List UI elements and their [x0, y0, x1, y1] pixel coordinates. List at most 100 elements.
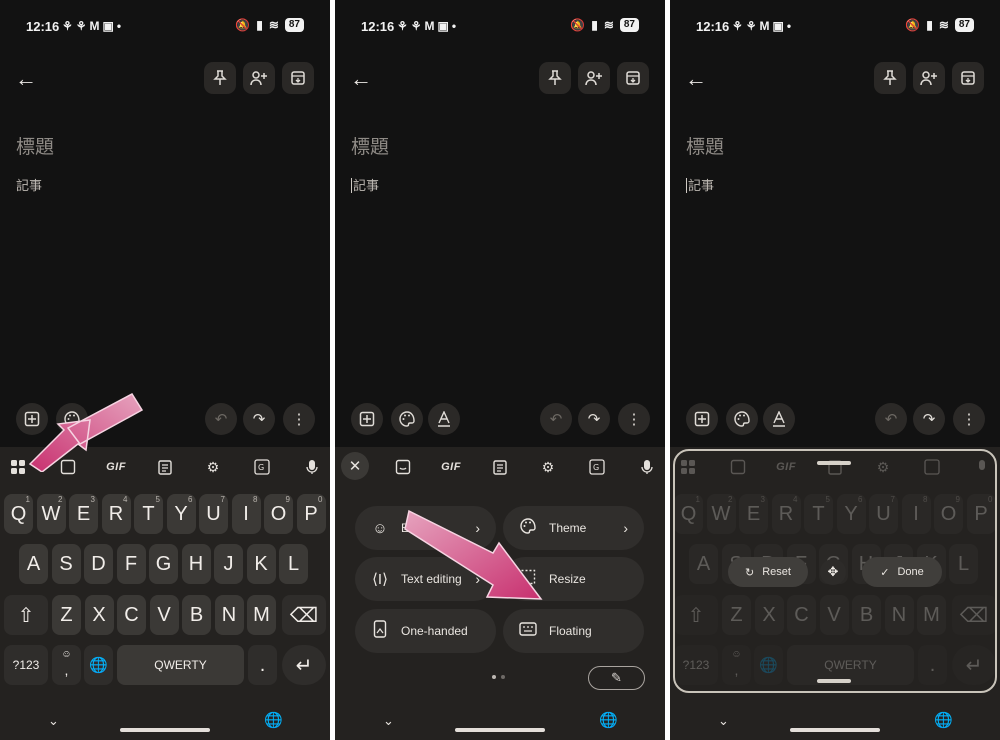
- menu-item-one-handed[interactable]: One-handed: [355, 609, 496, 653]
- microphone-icon[interactable]: [302, 457, 322, 477]
- more-options-icon[interactable]: ⋮: [953, 403, 985, 435]
- pin-icon[interactable]: [874, 62, 906, 94]
- key-z[interactable]: Z: [52, 595, 81, 635]
- settings-gear-icon[interactable]: ⚙: [203, 457, 223, 477]
- key-l[interactable]: L: [279, 544, 308, 584]
- comma-key[interactable]: ☺,: [52, 645, 81, 685]
- globe-icon[interactable]: 🌐: [264, 711, 283, 729]
- settings-gear-icon[interactable]: ⚙: [538, 457, 558, 477]
- text-format-icon[interactable]: [428, 403, 460, 435]
- home-indicator[interactable]: [120, 728, 210, 732]
- key-e[interactable]: E3: [69, 494, 98, 534]
- add-collaborator-icon[interactable]: [913, 62, 945, 94]
- translate-icon[interactable]: G: [587, 457, 607, 477]
- key-v[interactable]: V: [149, 595, 179, 635]
- chevron-down-icon[interactable]: ⌄: [383, 713, 394, 729]
- shift-key[interactable]: ⇧: [4, 595, 48, 635]
- key-k[interactable]: K: [246, 544, 276, 584]
- undo-icon[interactable]: ↶: [540, 403, 572, 435]
- language-key[interactable]: 🌐: [84, 645, 113, 685]
- space-key[interactable]: QWERTY: [117, 645, 244, 685]
- key-g[interactable]: G: [149, 544, 178, 584]
- key-x[interactable]: X: [84, 595, 114, 635]
- globe-icon[interactable]: 🌐: [599, 711, 618, 729]
- note-title-input[interactable]: 標題: [686, 132, 724, 159]
- redo-icon[interactable]: ↷: [913, 403, 945, 435]
- key-j[interactable]: J: [214, 544, 243, 584]
- microphone-icon[interactable]: [637, 457, 657, 477]
- more-options-icon[interactable]: ⋮: [283, 403, 315, 435]
- sticker-icon[interactable]: [393, 457, 413, 477]
- key-t[interactable]: T5: [134, 494, 163, 534]
- chevron-down-icon[interactable]: ⌄: [48, 713, 59, 729]
- edit-pencil-button[interactable]: ✎: [588, 666, 645, 690]
- chevron-down-icon[interactable]: ⌄: [718, 713, 729, 729]
- add-collaborator-icon[interactable]: [243, 62, 275, 94]
- done-button[interactable]: ✓ Done: [862, 557, 942, 587]
- key-a[interactable]: A: [19, 544, 48, 584]
- apps-grid-icon[interactable]: [8, 457, 28, 477]
- key-d[interactable]: D: [84, 544, 113, 584]
- note-body-input[interactable]: 記事: [686, 175, 714, 194]
- clipboard-icon[interactable]: [490, 457, 510, 477]
- key-t-label: T: [142, 502, 155, 525]
- key-q[interactable]: Q1: [4, 494, 33, 534]
- reset-button[interactable]: ↻ Reset: [728, 557, 808, 587]
- key-y[interactable]: Y6: [166, 494, 196, 534]
- clipboard-icon[interactable]: [155, 457, 175, 477]
- key-r[interactable]: R4: [101, 494, 131, 534]
- key-f[interactable]: F: [116, 544, 146, 584]
- move-icon[interactable]: ✥: [820, 559, 846, 585]
- archive-icon[interactable]: [617, 62, 649, 94]
- key-u[interactable]: U7: [199, 494, 228, 534]
- key-n[interactable]: N: [214, 595, 244, 635]
- palette-icon[interactable]: [726, 403, 758, 435]
- key-h[interactable]: H: [181, 544, 211, 584]
- gif-button[interactable]: GIF: [441, 457, 461, 477]
- back-arrow-icon[interactable]: ←: [682, 65, 710, 93]
- resize-handle-top[interactable]: [817, 461, 851, 465]
- add-collaborator-icon[interactable]: [578, 62, 610, 94]
- redo-icon[interactable]: ↷: [243, 403, 275, 435]
- backspace-key[interactable]: ⌫: [282, 595, 326, 635]
- add-box-icon[interactable]: [686, 403, 718, 435]
- key-c[interactable]: C: [117, 595, 146, 635]
- key-o[interactable]: O9: [264, 494, 293, 534]
- note-body-input[interactable]: 記事: [351, 175, 379, 194]
- undo-icon[interactable]: ↶: [205, 403, 237, 435]
- translate-icon[interactable]: G: [252, 457, 272, 477]
- key-b[interactable]: B: [182, 595, 211, 635]
- note-title-input[interactable]: 標題: [351, 132, 389, 159]
- redo-icon[interactable]: ↷: [578, 403, 610, 435]
- archive-icon[interactable]: [952, 62, 984, 94]
- key-p[interactable]: P0: [296, 494, 326, 534]
- key-m[interactable]: M: [247, 595, 276, 635]
- close-icon[interactable]: ✕: [341, 452, 369, 480]
- menu-item-floating[interactable]: Floating: [503, 609, 644, 653]
- add-box-icon[interactable]: [351, 403, 383, 435]
- resize-handle-bottom[interactable]: [817, 679, 851, 683]
- archive-icon[interactable]: [282, 62, 314, 94]
- phone-screen-3: 12:16 ⚘⚘M▣• 🔕 ▮ ≋ 87 ← 標題 記事 ↶ ↷ ⋮ GIF ⚙…: [670, 0, 1000, 740]
- note-body-input[interactable]: 記事: [16, 175, 42, 194]
- key-w[interactable]: W2: [36, 494, 66, 534]
- more-options-icon[interactable]: ⋮: [618, 403, 650, 435]
- home-indicator[interactable]: [790, 728, 880, 732]
- globe-icon[interactable]: 🌐: [934, 711, 953, 729]
- key-l-label: L: [287, 552, 300, 575]
- pin-icon[interactable]: [204, 62, 236, 94]
- symbols-key[interactable]: ?123: [4, 645, 48, 685]
- back-arrow-icon[interactable]: ←: [347, 65, 375, 93]
- palette-icon[interactable]: [391, 403, 423, 435]
- text-format-icon[interactable]: [763, 403, 795, 435]
- key-s[interactable]: S: [51, 544, 81, 584]
- key-i[interactable]: I8: [231, 494, 261, 534]
- note-title-input[interactable]: 標題: [16, 132, 54, 159]
- period-key[interactable]: .: [248, 645, 277, 685]
- enter-key[interactable]: ↵: [282, 645, 326, 685]
- undo-icon[interactable]: ↶: [875, 403, 907, 435]
- back-arrow-icon[interactable]: ←: [12, 65, 40, 93]
- key-b-label: B: [189, 603, 204, 626]
- home-indicator[interactable]: [455, 728, 545, 732]
- pin-icon[interactable]: [539, 62, 571, 94]
